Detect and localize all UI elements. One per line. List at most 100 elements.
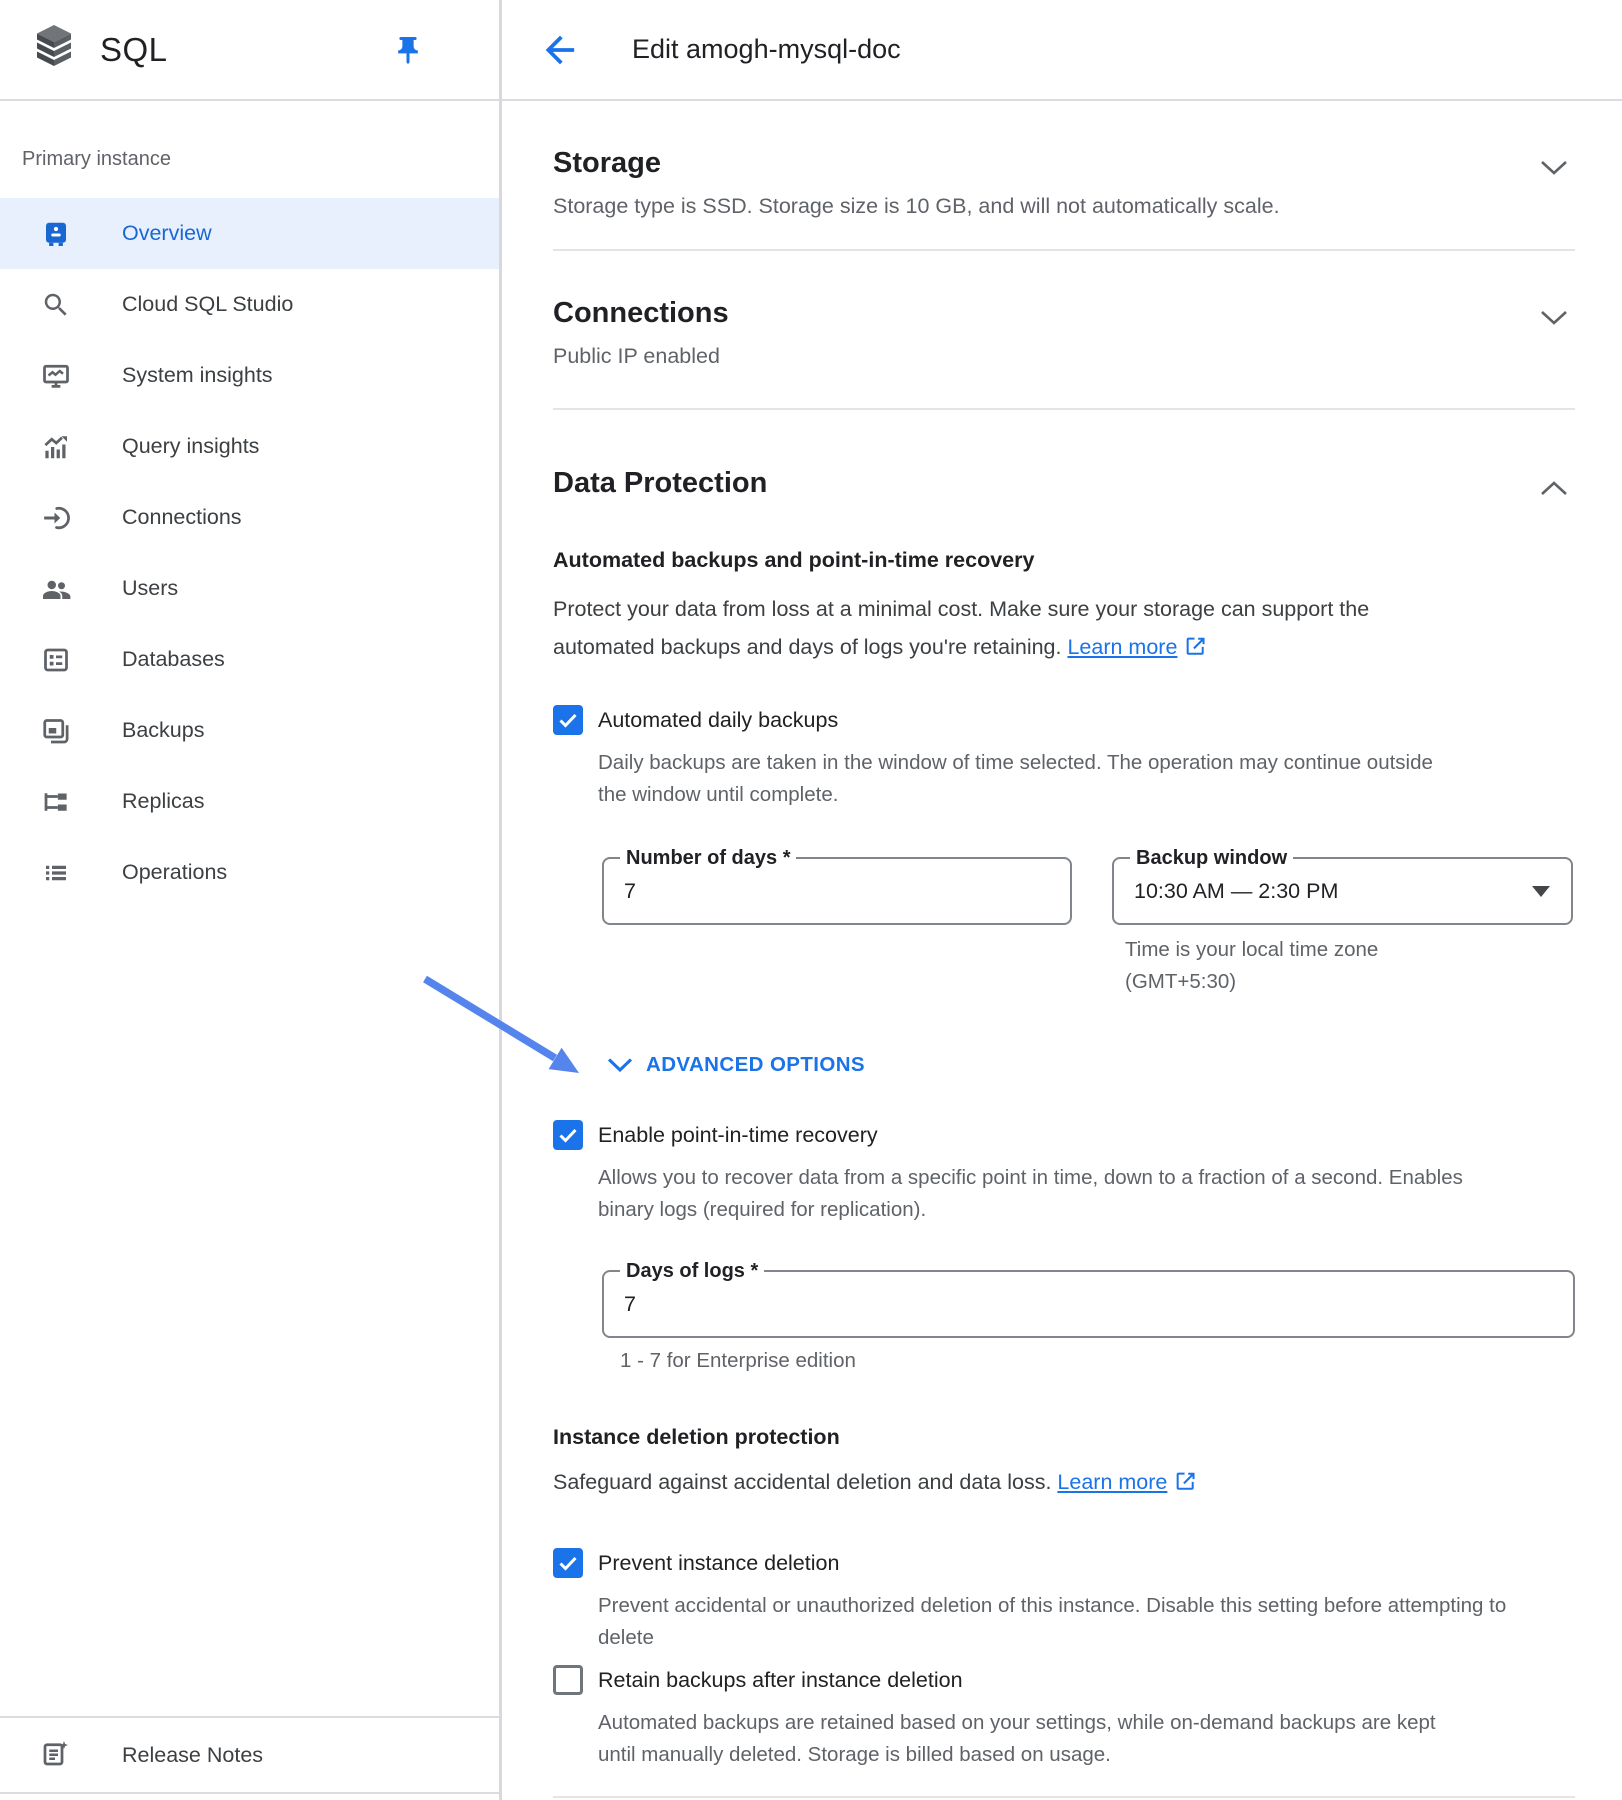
retain-backups-description: Automated backups are retained based on …	[598, 1707, 1478, 1771]
sidebar-item-overview[interactable]: Overview	[0, 198, 499, 269]
connections-section-title: Connections	[553, 295, 729, 331]
retain-backups-row: Retain backups after instance deletion	[553, 1665, 1575, 1695]
external-link-icon[interactable]	[1184, 631, 1206, 669]
backup-window-select[interactable]: Backup window 10:30 AM — 2:30 PM	[1112, 857, 1573, 925]
pitr-checkbox[interactable]	[553, 1120, 583, 1150]
sidebar-header: SQL	[0, 0, 499, 101]
sidebar-section-label: Primary instance	[22, 147, 499, 171]
backup-window-helper: Time is your local time zone (GMT+5:30)	[1125, 934, 1425, 998]
cloud-sql-edit-page: SQL Primary instance Overview	[0, 0, 1622, 1800]
prevent-deletion-row: Prevent instance deletion	[553, 1548, 1575, 1578]
product-title: SQL	[100, 31, 168, 69]
sidebar-item-label: Replicas	[122, 789, 204, 814]
pitr-description: Allows you to recover data from a specif…	[598, 1162, 1498, 1226]
sidebar: SQL Primary instance Overview	[0, 0, 502, 1800]
data-protection-section-header: Data Protection	[553, 465, 1575, 502]
backup-fields-row: Number of days * Backup window 10:30 AM …	[553, 857, 1575, 925]
chevron-down-icon	[607, 1057, 633, 1073]
data-protection-collapse-chevron-up-icon[interactable]	[1539, 479, 1569, 502]
data-protection-section-title: Data Protection	[553, 465, 767, 501]
sidebar-item-replicas[interactable]: Replicas	[0, 766, 499, 837]
automated-daily-backups-checkbox[interactable]	[553, 705, 583, 735]
deletion-protection-heading: Instance deletion protection	[553, 1424, 1575, 1451]
checkbox-label: Enable point-in-time recovery	[598, 1123, 878, 1148]
system-insights-icon	[40, 360, 72, 392]
sidebar-item-label: Operations	[122, 860, 227, 885]
checkbox-label: Retain backups after instance deletion	[598, 1668, 963, 1693]
sidebar-item-cloud-sql-studio[interactable]: Cloud SQL Studio	[0, 269, 499, 340]
divider	[553, 408, 1575, 410]
query-insights-icon	[40, 431, 72, 463]
sidebar-item-label: Connections	[122, 505, 242, 530]
storage-summary: Storage type is SSD. Storage size is 10 …	[553, 193, 1575, 219]
field-label: Number of days *	[620, 846, 796, 870]
storage-section-title: Storage	[553, 145, 661, 181]
prevent-deletion-checkbox[interactable]	[553, 1548, 583, 1578]
search-icon	[40, 289, 72, 321]
dropdown-caret-icon[interactable]	[1532, 886, 1550, 897]
sidebar-item-connections[interactable]: Connections	[0, 482, 499, 553]
overview-icon	[40, 218, 72, 250]
field-label: Days of logs *	[620, 1259, 764, 1283]
automated-daily-backups-row: Automated daily backups	[553, 705, 1575, 735]
users-icon	[40, 573, 72, 605]
main-panel: Edit amogh-mysql-doc Storage Storage typ…	[502, 0, 1622, 1800]
pin-icon[interactable]	[393, 35, 423, 65]
retain-backups-checkbox[interactable]	[553, 1665, 583, 1695]
checkbox-label: Prevent instance deletion	[598, 1551, 839, 1576]
advanced-options-label: ADVANCED OPTIONS	[646, 1053, 865, 1077]
learn-more-link[interactable]: Learn more	[1067, 635, 1177, 659]
connections-icon	[40, 502, 72, 534]
cloud-sql-logo-icon	[30, 22, 78, 77]
sidebar-item-backups[interactable]: Backups	[0, 695, 499, 766]
sidebar-item-label: Cloud SQL Studio	[122, 292, 293, 317]
sidebar-item-label: Query insights	[122, 434, 259, 459]
sidebar-item-label: Backups	[122, 718, 204, 743]
sidebar-item-query-insights[interactable]: Query insights	[0, 411, 499, 482]
divider	[553, 1796, 1575, 1798]
field-label: Backup window	[1130, 846, 1293, 870]
sidebar-item-users[interactable]: Users	[0, 553, 499, 624]
days-of-logs-helper: 1 - 7 for Enterprise edition	[620, 1348, 1575, 1374]
automated-backups-heading: Automated backups and point-in-time reco…	[553, 547, 1575, 574]
number-of-days-field: Number of days *	[602, 857, 1072, 925]
sidebar-item-databases[interactable]: Databases	[0, 624, 499, 695]
sidebar-item-label: Release Notes	[122, 1743, 263, 1768]
connections-expand-chevron-down-icon[interactable]	[1539, 309, 1569, 332]
sidebar-item-release-notes[interactable]: Release Notes	[0, 1716, 499, 1794]
pitr-row: Enable point-in-time recovery	[553, 1120, 1575, 1150]
sidebar-nav: Overview Cloud SQL Studio	[0, 198, 499, 908]
advanced-options-button[interactable]: ADVANCED OPTIONS	[607, 1050, 1575, 1080]
external-link-icon[interactable]	[1174, 1470, 1196, 1499]
sidebar-item-label: Databases	[122, 647, 225, 672]
databases-icon	[40, 644, 72, 676]
sidebar-item-label: System insights	[122, 363, 273, 388]
replicas-icon	[40, 786, 72, 818]
connections-summary: Public IP enabled	[553, 343, 1575, 369]
learn-more-link[interactable]: Learn more	[1057, 1470, 1167, 1494]
divider	[553, 249, 1575, 251]
back-arrow-icon[interactable]	[540, 30, 580, 70]
edit-form: Storage Storage type is SSD. Storage siz…	[502, 101, 1622, 1798]
release-notes-icon	[40, 1739, 72, 1771]
checkbox-label: Automated daily backups	[598, 708, 838, 733]
sidebar-item-label: Users	[122, 576, 178, 601]
sidebar-item-system-insights[interactable]: System insights	[0, 340, 499, 411]
backup-window-value: 10:30 AM — 2:30 PM	[1114, 879, 1338, 904]
days-of-logs-field: Days of logs *	[602, 1270, 1575, 1338]
deletion-protection-intro: Safeguard against accidental deletion an…	[553, 1469, 1575, 1499]
intro-text: Protect your data from loss at a minimal…	[553, 597, 1369, 659]
connections-section-header: Connections	[553, 295, 1575, 332]
automated-backups-intro: Protect your data from loss at a minimal…	[553, 590, 1473, 669]
storage-expand-chevron-down-icon[interactable]	[1539, 159, 1569, 182]
sidebar-item-label: Overview	[122, 221, 212, 246]
backups-icon	[40, 715, 72, 747]
page-header: Edit amogh-mysql-doc	[502, 0, 1622, 101]
page-title: Edit amogh-mysql-doc	[632, 34, 901, 65]
prevent-deletion-description: Prevent accidental or unauthorized delet…	[598, 1590, 1508, 1654]
operations-icon	[40, 857, 72, 889]
sidebar-item-operations[interactable]: Operations	[0, 837, 499, 908]
automated-daily-backups-description: Daily backups are taken in the window of…	[598, 747, 1438, 811]
storage-section-header: Storage	[553, 145, 1575, 182]
intro-text: Safeguard against accidental deletion an…	[553, 1470, 1051, 1494]
